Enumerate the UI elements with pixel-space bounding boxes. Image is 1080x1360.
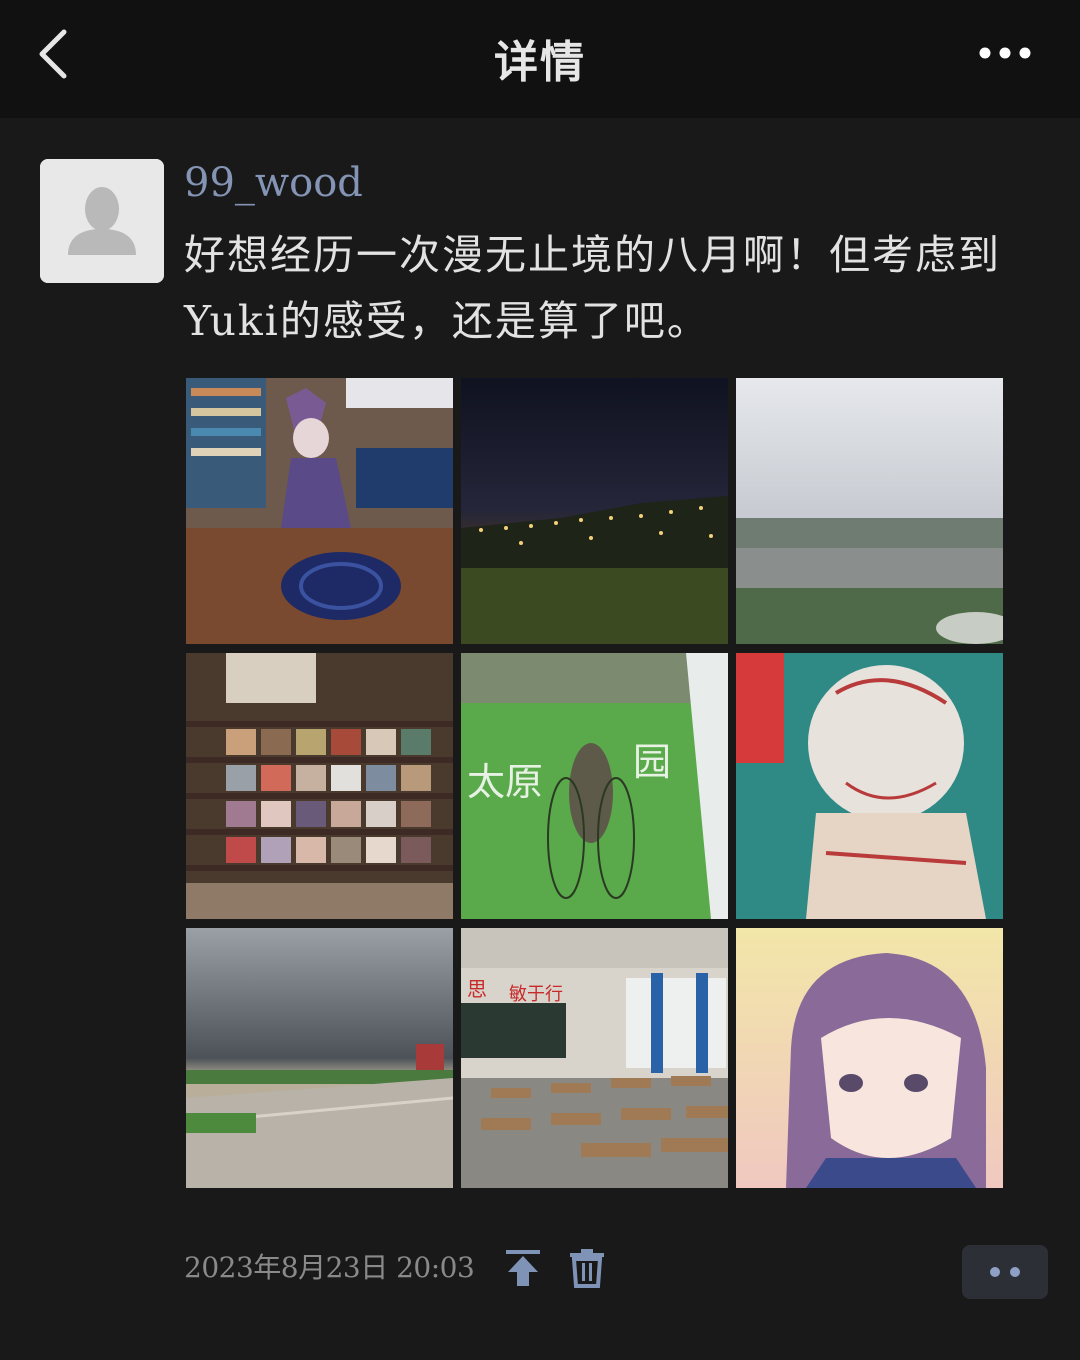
username[interactable]: 99_wood: [184, 160, 363, 206]
default-user-icon: [40, 159, 164, 283]
top-navigation-bar: 详情: [0, 0, 1080, 118]
more-horizontal-icon[interactable]: [972, 36, 1038, 70]
svg-text:园: 园: [633, 740, 671, 784]
photo-anime-poster-teal[interactable]: [736, 653, 1003, 919]
photo-cicada-on-green-sign[interactable]: 太原 园: [461, 653, 728, 919]
photo-anime-girl-portrait[interactable]: [736, 928, 1003, 1188]
page-title: 详情: [494, 37, 586, 88]
svg-text:敏于行: 敏于行: [509, 984, 563, 1005]
photo-empty-classroom[interactable]: 思 敏于行: [461, 928, 728, 1188]
comment-button[interactable]: [962, 1245, 1048, 1299]
trash-icon[interactable]: [568, 1248, 606, 1288]
photo-cd-bookshelf[interactable]: [186, 653, 453, 919]
post-timestamp: 2023年8月23日 20:03: [184, 1251, 475, 1284]
post-text: 好想经历一次漫无止境的八月啊！但考虑到Yuki的感受，还是算了吧。: [184, 231, 1001, 345]
svg-text:思: 思: [467, 977, 487, 1001]
svg-text:太原: 太原: [467, 760, 543, 804]
photo-night-city-lights[interactable]: [461, 378, 728, 644]
more-dots-icon: [990, 1267, 1020, 1277]
pin-to-top-icon[interactable]: [504, 1248, 542, 1288]
avatar[interactable]: [40, 159, 164, 283]
photo-aerial-landscape[interactable]: [736, 378, 1003, 644]
photo-cloudy-plaza[interactable]: [186, 928, 453, 1188]
photo-anime-figure-desk[interactable]: [186, 378, 453, 644]
